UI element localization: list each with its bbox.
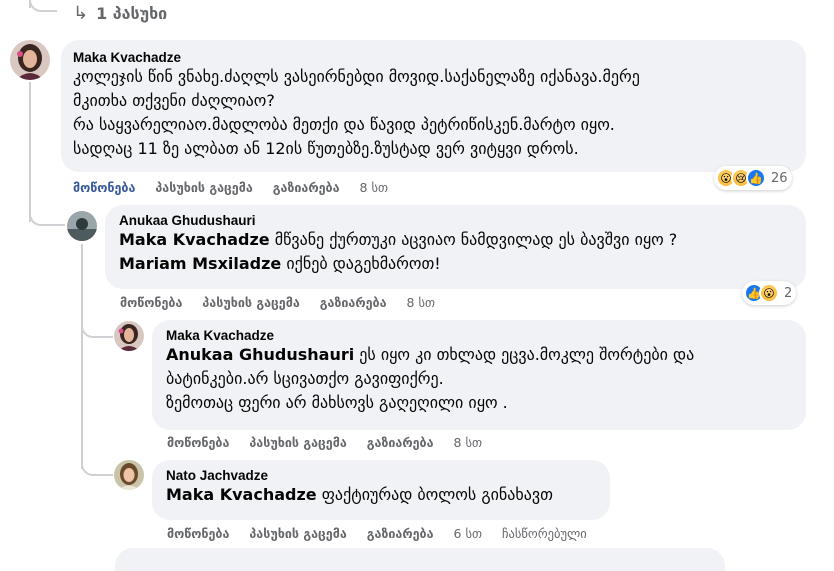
comment-text: იქნებ დაგეხმაროთ! [281, 254, 441, 273]
comment-text: ეს იყო კი თხლად ეცვა.მოკლე შორტები და [354, 345, 695, 364]
reply-button[interactable]: პასუხის გაცემა [155, 180, 252, 195]
like-button[interactable]: მოწონება [167, 435, 229, 450]
like-button[interactable]: მოწონება [73, 180, 135, 195]
comment-actions: მოწონება პასუხის გაცემა გაზიარება 8 სთ [73, 180, 408, 195]
comment-author[interactable]: Maka Kvachadze [73, 50, 794, 65]
comment-text-line: რა საყვარელიაო.მადლობა მეთქი და წავიდ პე… [73, 115, 615, 134]
reply-arrow-icon: ↳ [73, 3, 89, 24]
mention-link[interactable]: Maka Kvachadze [119, 230, 270, 249]
reply-button[interactable]: პასუხის გაცემა [249, 435, 346, 450]
avatar[interactable] [67, 211, 97, 241]
edited-label: ჩასწორებული [502, 526, 587, 541]
comment-actions: მოწონება პასუხის გაცემა გაზიარება 8 სთ [167, 435, 502, 450]
replies-count-label: 1 პასუხი [96, 4, 168, 23]
mention-link[interactable]: Mariam Msxiladze [119, 254, 281, 273]
comment-text: მწვანე ქურთუკი აცვიაო ნამდვილად ეს ბავშვ… [269, 230, 678, 249]
thread-connector [81, 440, 113, 476]
thread-connector [29, 0, 57, 12]
comment-timestamp[interactable]: 6 სთ [454, 526, 482, 541]
reaction-summary[interactable]: 👍 😮 2 [742, 281, 797, 305]
comment-text-line: Maka Kvachadze მწვანე ქურთუკი აცვიაო ნამ… [119, 228, 792, 252]
reaction-count: 26 [771, 170, 788, 186]
reply-button[interactable]: პასუხის გაცემა [249, 526, 346, 541]
share-button[interactable]: გაზიარება [367, 435, 434, 450]
like-button[interactable]: მოწონება [167, 526, 229, 541]
comment-text-line: კოლეჯის წინ ვნახე.ძაღლს ვასეირნებდი მოვი… [73, 67, 640, 86]
comment-bubble: Maka Kvachadze კოლეჯის წინ ვნახე.ძაღლს ვ… [61, 40, 806, 172]
comment-timestamp[interactable]: 8 სთ [360, 180, 388, 195]
comment-timestamp[interactable]: 8 სთ [454, 435, 482, 450]
comment-text-line: სადღაც 11 ზე ალბათ ან 12ის წუთებზე.ზუსტა… [73, 139, 579, 158]
share-button[interactable]: გაზიარება [273, 180, 340, 195]
comment-text: ფაქტიურად ბოლოს გინახავთ [316, 485, 553, 504]
comment-bubble: Maka Kvachadze Anukaa Ghudushauri ეს იყო… [152, 320, 806, 430]
comment-author[interactable]: Maka Kvachadze [166, 328, 792, 343]
mention-link[interactable]: Maka Kvachadze [166, 485, 317, 504]
mention-link[interactable]: Anukaa Ghudushauri [166, 345, 354, 364]
comment-text-line: ბატინკები.არ სცივათქო გავიფიქრე. [166, 369, 444, 388]
comment-bubble: Nato Jachvadze Maka Kvachadze ფაქტიურად … [152, 460, 610, 520]
wow-reaction-icon: 😮 [759, 283, 779, 303]
thread-connector [29, 190, 65, 226]
comment-text-line: ზემოთაც ფერი არ მახსოვს გაღეღილი იყო . [166, 393, 508, 412]
thread-line [81, 244, 83, 469]
comment-author[interactable]: Anukaa Ghudushauri [119, 213, 792, 228]
reply-button[interactable]: პასუხის გაცემა [202, 295, 299, 310]
comment-timestamp[interactable]: 8 სთ [407, 295, 435, 310]
comment-bubble-partial [115, 548, 725, 571]
comment-text-line: მკითხა თქვენი ძაღლიაო? [73, 91, 275, 110]
avatar[interactable] [114, 321, 144, 351]
comment-text-line: Maka Kvachadze ფაქტიურად ბოლოს გინახავთ [166, 483, 596, 507]
view-replies-link[interactable]: ↳ 1 პასუხი [73, 3, 167, 24]
share-button[interactable]: გაზიარება [367, 526, 434, 541]
comment-text-line: Mariam Msxiladze იქნებ დაგეხმაროთ! [119, 252, 792, 276]
like-reaction-icon: 👍 [746, 168, 766, 188]
reaction-summary[interactable]: 😮 😢 👍 26 [714, 166, 792, 190]
share-button[interactable]: გაზიარება [320, 295, 387, 310]
like-button[interactable]: მოწონება [120, 295, 182, 310]
thread-connector [81, 304, 113, 338]
comment-actions: მოწონება პასუხის გაცემა გაზიარება 6 სთ ჩ… [167, 526, 607, 541]
comment-bubble: Anukaa Ghudushauri Maka Kvachadze მწვანე… [105, 205, 806, 289]
avatar[interactable] [10, 40, 50, 80]
avatar[interactable] [114, 460, 144, 490]
comment-actions: მოწონება პასუხის გაცემა გაზიარება 8 სთ [120, 295, 455, 310]
comment-text-line: Anukaa Ghudushauri ეს იყო კი თხლად ეცვა.… [166, 343, 792, 367]
reaction-count: 2 [784, 285, 793, 301]
comment-author[interactable]: Nato Jachvadze [166, 468, 596, 483]
